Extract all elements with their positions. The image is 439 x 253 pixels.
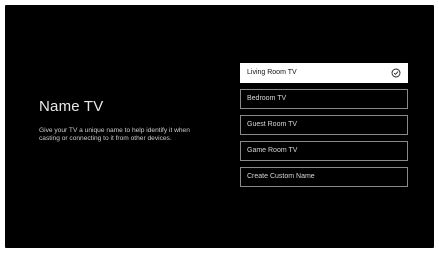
option-bedroom-tv[interactable]: Bedroom TV: [240, 89, 408, 109]
option-label: Game Room TV: [247, 147, 298, 154]
option-create-custom-name[interactable]: Create Custom Name: [240, 167, 408, 187]
option-label: Create Custom Name: [247, 173, 315, 180]
option-guest-room-tv[interactable]: Guest Room TV: [240, 115, 408, 135]
page-title: Name TV: [39, 98, 104, 115]
option-label: Guest Room TV: [247, 121, 298, 128]
tv-screen: Name TV Give your TV a unique name to he…: [5, 5, 434, 248]
check-circle-icon: [391, 68, 401, 78]
option-game-room-tv[interactable]: Game Room TV: [240, 141, 408, 161]
option-living-room-tv[interactable]: Living Room TV: [240, 63, 408, 83]
page-description: Give your TV a unique name to help ident…: [39, 127, 190, 143]
tv-name-options: Living Room TV Bedroom TV Guest Room TV …: [240, 63, 408, 193]
option-label: Bedroom TV: [247, 95, 287, 102]
option-label: Living Room TV: [247, 69, 297, 76]
